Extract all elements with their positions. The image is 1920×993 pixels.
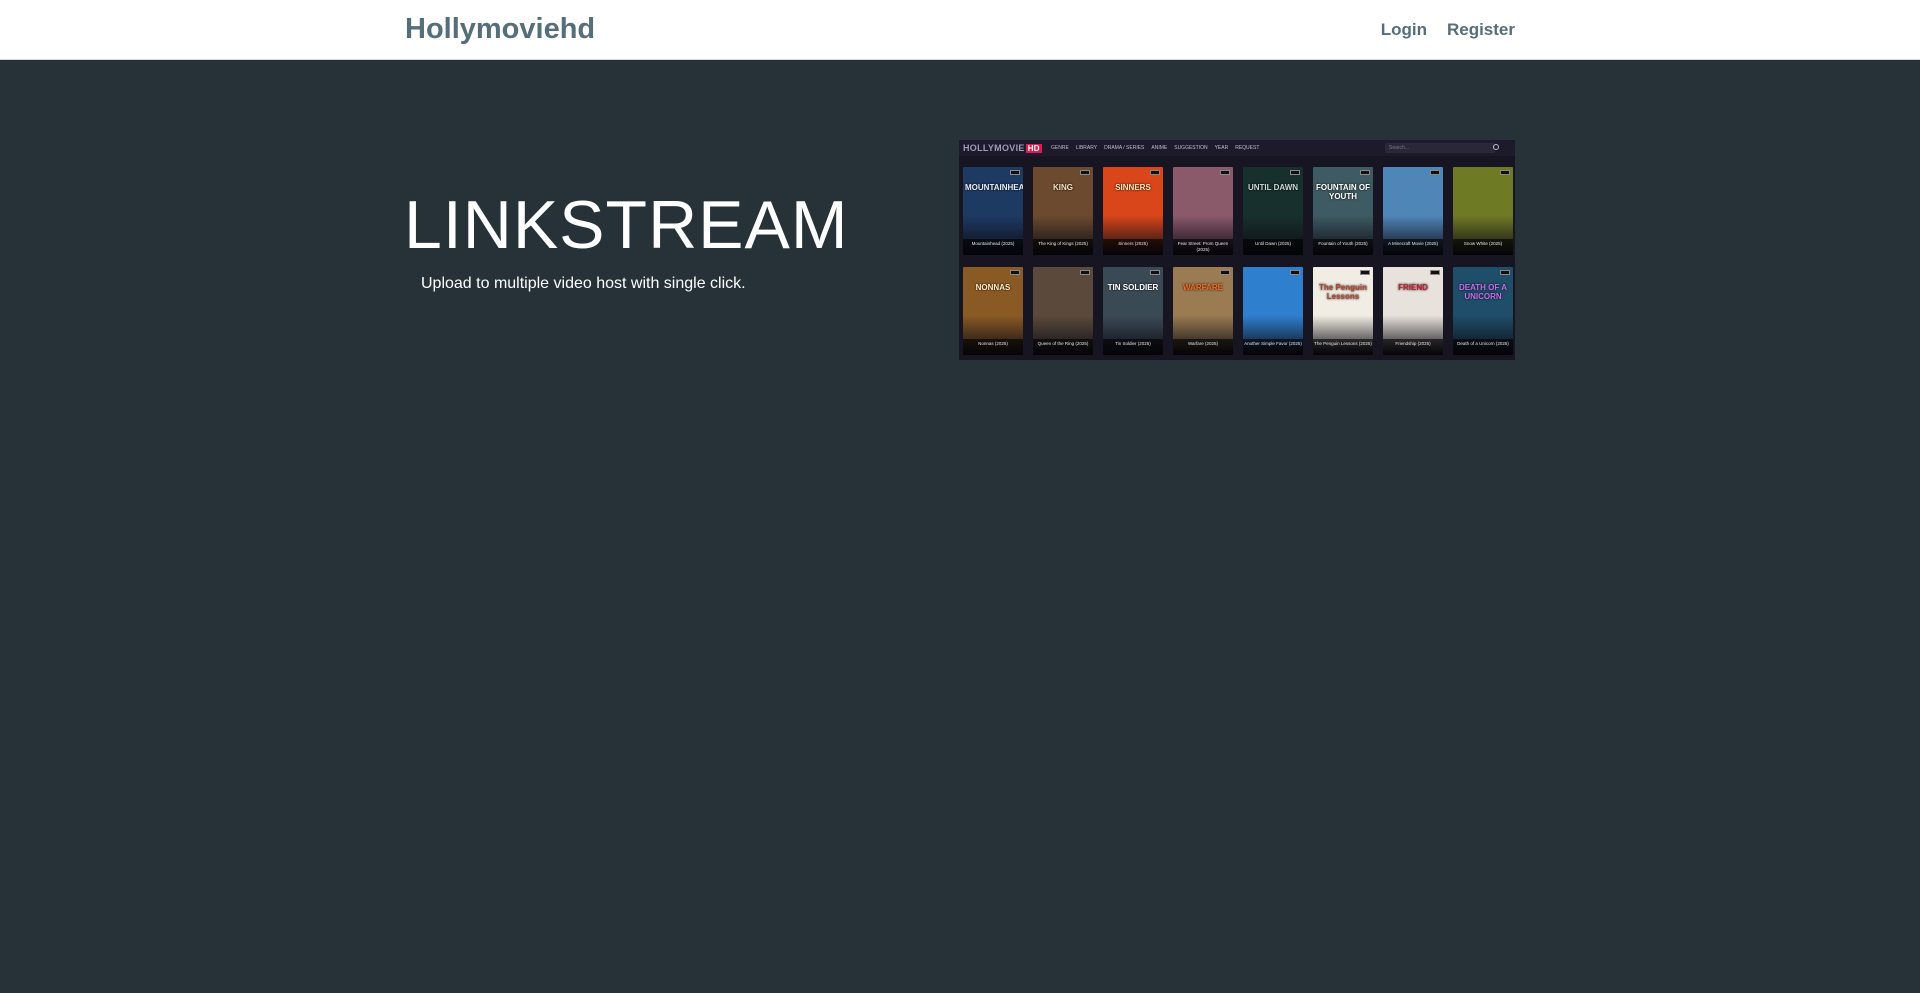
movie-poster: Fear Street: Prom Queen (2025) — [1173, 167, 1233, 255]
poster-caption: Tin Soldier (2025) — [1103, 339, 1163, 355]
quality-badge — [1010, 270, 1020, 275]
quality-badge — [1430, 170, 1440, 175]
movie-poster: The Penguin Lessons The Penguin Lessons (… — [1313, 267, 1373, 355]
poster-title: TIN SOLDIER — [1107, 283, 1159, 292]
movie-poster: KING The King of Kings (2025) — [1033, 167, 1093, 255]
poster-caption: The Penguin Lessons (2025) — [1313, 339, 1373, 355]
nav-links: Login Register — [1381, 19, 1515, 41]
search-icon — [1493, 144, 1499, 150]
preview-search-box: Search... — [1385, 143, 1495, 153]
poster-title: KING — [1053, 183, 1073, 192]
site-preview-image: HOLLYMOVIE HD Genre Library Drama / Serie… — [959, 140, 1515, 360]
movie-poster: Snow White (2025) — [1453, 167, 1513, 255]
movie-poster: DEATH OF A UNICORN Death of a Unicorn (20… — [1453, 267, 1513, 355]
poster-title: FRIEND — [1398, 283, 1428, 292]
poster-caption: Warfare (2025) — [1173, 339, 1233, 355]
quality-badge — [1150, 170, 1160, 175]
quality-badge — [1150, 270, 1160, 275]
top-navbar: Hollymoviehd Login Register — [0, 0, 1920, 60]
poster-caption: Death of a Unicorn (2025) — [1453, 339, 1513, 355]
quality-badge — [1220, 170, 1230, 175]
poster-caption: Mountainhead (2025) — [963, 239, 1023, 255]
quality-badge — [1500, 170, 1510, 175]
poster-title: SINNERS — [1115, 183, 1151, 192]
movie-poster: UNTIL DAWN Until Dawn (2025) — [1243, 167, 1303, 255]
poster-title: NONNAS — [975, 283, 1011, 292]
quality-badge — [1220, 270, 1230, 275]
movie-poster: A Minecraft Movie (2025) — [1383, 167, 1443, 255]
movie-poster: Queen of the Ring (2025) — [1033, 267, 1093, 355]
preview-logo-text: HOLLYMOVIE — [963, 143, 1025, 153]
preview-search-placeholder: Search... — [1389, 145, 1410, 151]
movie-poster: NONNAS Nonnas (2025) — [963, 267, 1023, 355]
poster-caption: Another Simple Favor (2025) — [1243, 339, 1303, 355]
preview-menu-item: Drama / Series — [1104, 145, 1145, 151]
poster-caption: Nonnas (2025) — [963, 339, 1023, 355]
poster-caption: A Minecraft Movie (2025) — [1383, 239, 1443, 255]
preview-menu-item: Request — [1235, 145, 1260, 151]
poster-title: FOUNTAIN OF YOUTH — [1315, 183, 1371, 201]
poster-caption: Friendship (2025) — [1383, 339, 1443, 355]
preview-menu-item: Anime — [1151, 145, 1168, 151]
quality-badge — [1080, 170, 1090, 175]
hero-title: LINKSTREAM — [404, 187, 849, 263]
login-link[interactable]: Login — [1381, 19, 1427, 41]
poster-caption: Fountain of Youth (2025) — [1313, 239, 1373, 255]
poster-title: UNTIL DAWN — [1247, 183, 1299, 192]
movie-poster: MOUNTAINHEAD Mountainhead (2025) — [963, 167, 1023, 255]
quality-badge — [1290, 270, 1300, 275]
preview-menu: Genre Library Drama / Series Anime Sugge… — [1051, 145, 1259, 151]
quality-badge — [1290, 170, 1300, 175]
brand-link[interactable]: Hollymoviehd — [405, 11, 595, 47]
poster-caption: The King of Kings (2025) — [1033, 239, 1093, 255]
register-link[interactable]: Register — [1447, 19, 1515, 41]
movie-poster: FRIEND Friendship (2025) — [1383, 267, 1443, 355]
quality-badge — [1360, 170, 1370, 175]
movie-poster: SINNERS Sinners (2025) — [1103, 167, 1163, 255]
movie-poster: FOUNTAIN OF YOUTH Fountain of Youth (2025… — [1313, 167, 1373, 255]
quality-badge — [1500, 270, 1510, 275]
movie-poster: Another Simple Favor (2025) — [1243, 267, 1303, 355]
poster-title: DEATH OF A UNICORN — [1459, 283, 1507, 301]
poster-caption: Snow White (2025) — [1453, 239, 1513, 255]
preview-menu-item: Genre — [1051, 145, 1069, 151]
poster-title: WARFARE — [1183, 283, 1223, 292]
preview-header: HOLLYMOVIE HD Genre Library Drama / Serie… — [959, 140, 1515, 156]
preview-logo: HOLLYMOVIE HD — [963, 143, 1042, 153]
quality-badge — [1010, 170, 1020, 175]
poster-caption: Fear Street: Prom Queen (2025) — [1173, 239, 1233, 255]
poster-title: The Penguin Lessons — [1319, 283, 1367, 301]
hero-subtitle: Upload to multiple video host with singl… — [421, 275, 746, 292]
quality-badge — [1080, 270, 1090, 275]
movie-poster: TIN SOLDIER Tin Soldier (2025) — [1103, 267, 1163, 355]
preview-poster-grid: MOUNTAINHEAD Mountainhead (2025) KING The K… — [963, 167, 1513, 355]
poster-title: MOUNTAINHEAD — [965, 183, 1023, 192]
preview-menu-item: Year — [1214, 145, 1229, 151]
poster-caption: Queen of the Ring (2025) — [1033, 339, 1093, 355]
preview-menu-item: Library — [1075, 145, 1098, 151]
poster-caption: Sinners (2025) — [1103, 239, 1163, 255]
preview-logo-badge: HD — [1025, 144, 1042, 153]
quality-badge — [1360, 270, 1370, 275]
poster-caption: Until Dawn (2025) — [1243, 239, 1303, 255]
preview-menu-item: Suggestion — [1174, 145, 1208, 151]
movie-poster: WARFARE Warfare (2025) — [1173, 267, 1233, 355]
quality-badge — [1430, 270, 1440, 275]
